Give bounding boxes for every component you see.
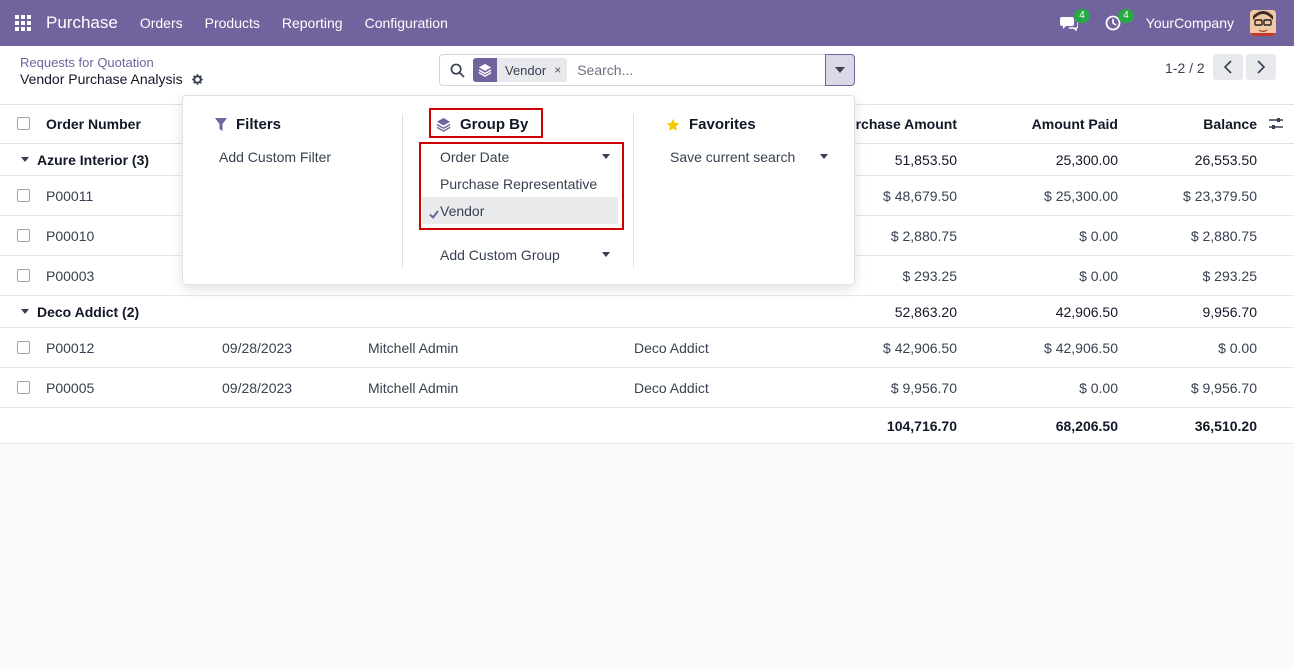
table-row[interactable]: P00012 09/28/2023 Mitchell Admin Deco Ad…	[0, 328, 1294, 368]
cell-balance: $ 293.25	[1202, 267, 1258, 284]
save-current-search-label: Save current search	[670, 148, 796, 165]
caret-down-icon	[835, 67, 845, 73]
column-header-amount-paid[interactable]: Amount Paid	[960, 105, 1118, 143]
cell-balance: $ 23,379.50	[1183, 187, 1257, 204]
gear-icon[interactable]	[191, 73, 204, 86]
pager-next-button[interactable]	[1246, 54, 1276, 80]
caret-down-icon[interactable]	[602, 252, 610, 257]
cell-vendor: Deco Addict	[634, 339, 709, 356]
dropdown-divider	[402, 114, 403, 268]
cell-paid: $ 0.00	[1079, 227, 1118, 244]
star-icon	[666, 118, 680, 132]
top-navbar: Purchase Orders Products Reporting Confi…	[0, 0, 1294, 46]
table-footer-totals: 104,716.70 68,206.50 36,510.20	[0, 408, 1294, 444]
cell-balance: $ 2,880.75	[1190, 227, 1257, 244]
filters-header-label: Filters	[236, 116, 282, 133]
activities-badge: 4	[1118, 9, 1134, 23]
favorites-header: Favorites	[666, 116, 756, 133]
favorites-header-label: Favorites	[689, 116, 756, 133]
cell-paid: $ 0.00	[1079, 379, 1118, 396]
menu-configuration[interactable]: Configuration	[354, 15, 459, 31]
column-header-order-number[interactable]: Order Number	[46, 105, 141, 143]
filters-header: Filters	[215, 116, 281, 133]
add-custom-group-label: Add Custom Group	[440, 246, 560, 263]
menu-reporting[interactable]: Reporting	[271, 15, 354, 31]
caret-down-icon[interactable]	[820, 154, 828, 159]
page-title-text: Vendor Purchase Analysis	[20, 71, 183, 87]
add-custom-group[interactable]: Add Custom Group	[422, 241, 618, 268]
search-facet-vendor: Vendor ×	[473, 58, 568, 82]
search-icon	[450, 63, 465, 78]
group-row-deco-addict[interactable]: Deco Addict (2) 52,863.20 42,906.50 9,95…	[0, 296, 1294, 328]
group-total-balance: 26,553.50	[1194, 151, 1257, 168]
cell-balance: $ 0.00	[1218, 339, 1257, 356]
cell-order-number: P00003	[46, 267, 95, 284]
cell-paid: $ 25,300.00	[1044, 187, 1118, 204]
column-header-balance[interactable]: Balance	[1120, 105, 1257, 143]
optional-columns-toggle-icon[interactable]	[1268, 105, 1284, 143]
row-checkbox[interactable]	[17, 228, 30, 242]
cell-order-date: 09/28/2023	[222, 379, 293, 396]
table-row[interactable]: P00005 09/28/2023 Mitchell Admin Deco Ad…	[0, 368, 1294, 408]
group-label: Deco Addict (2)	[37, 303, 140, 320]
search-options-toggle[interactable]	[825, 54, 855, 86]
menu-products[interactable]: Products	[194, 15, 271, 31]
facet-remove-icon[interactable]: ×	[554, 63, 567, 77]
group-total-paid: 25,300.00	[1055, 151, 1118, 168]
group-label: Azure Interior (3)	[37, 151, 150, 168]
activities-clock-icon[interactable]: 4	[1102, 9, 1134, 34]
cell-amount: $ 42,906.50	[883, 339, 957, 356]
cell-order-number: P00011	[46, 187, 94, 204]
caret-down-icon	[21, 309, 29, 314]
page-title: Vendor Purchase Analysis	[20, 71, 204, 87]
cell-representative: Mitchell Admin	[368, 339, 459, 356]
facet-label: Vendor	[505, 62, 547, 78]
cell-order-number: P00010	[46, 227, 95, 244]
cell-paid: $ 0.00	[1079, 267, 1118, 284]
cell-representative: Mitchell Admin	[368, 379, 459, 396]
messages-badge: 4	[1074, 9, 1090, 23]
group-total-balance: 9,956.70	[1202, 303, 1258, 320]
save-current-search[interactable]: Save current search	[670, 143, 834, 170]
row-checkbox[interactable]	[17, 340, 30, 354]
row-checkbox[interactable]	[17, 268, 30, 282]
pager-previous-button[interactable]	[1213, 54, 1243, 80]
cell-amount: $ 9,956.70	[890, 379, 957, 396]
cell-vendor: Deco Addict	[634, 379, 709, 396]
menu-orders[interactable]: Orders	[129, 15, 194, 31]
caret-down-icon	[21, 157, 29, 162]
group-total-paid: 42,906.50	[1055, 303, 1118, 320]
highlight-group-by-options	[419, 142, 624, 230]
chevron-right-icon	[1257, 60, 1266, 74]
cell-balance: $ 9,956.70	[1190, 379, 1257, 396]
add-custom-filter[interactable]: Add Custom Filter	[219, 143, 331, 170]
app-name[interactable]: Purchase	[46, 13, 118, 33]
search-bar: Vendor ×	[439, 54, 825, 86]
messages-icon[interactable]: 4	[1058, 9, 1090, 34]
select-all-checkbox[interactable]	[17, 117, 30, 130]
search-input[interactable]	[577, 56, 825, 84]
chevron-left-icon	[1223, 60, 1232, 74]
grand-total-balance: 36,510.20	[1194, 417, 1257, 434]
pager-value[interactable]: 1-2 / 2	[1165, 60, 1205, 76]
cell-order-number: P00005	[46, 379, 95, 396]
filter-icon	[215, 118, 227, 131]
company-switcher[interactable]: YourCompany	[1146, 15, 1234, 31]
dropdown-divider	[633, 114, 634, 268]
cell-order-date: 09/28/2023	[222, 339, 293, 356]
grand-total-paid: 68,206.50	[1055, 417, 1118, 434]
row-checkbox[interactable]	[17, 380, 30, 394]
group-total-amount: 52,863.20	[894, 303, 957, 320]
breadcrumb-rfq[interactable]: Requests for Quotation	[20, 55, 154, 70]
cell-order-number: P00012	[46, 339, 95, 356]
highlight-group-by-header	[429, 108, 543, 138]
apps-menu-icon[interactable]	[0, 0, 46, 46]
row-checkbox[interactable]	[17, 188, 30, 202]
cell-paid: $ 42,906.50	[1044, 339, 1118, 356]
grand-total-amount: 104,716.70	[886, 417, 957, 434]
user-avatar[interactable]	[1250, 10, 1276, 36]
layers-icon	[473, 58, 497, 82]
